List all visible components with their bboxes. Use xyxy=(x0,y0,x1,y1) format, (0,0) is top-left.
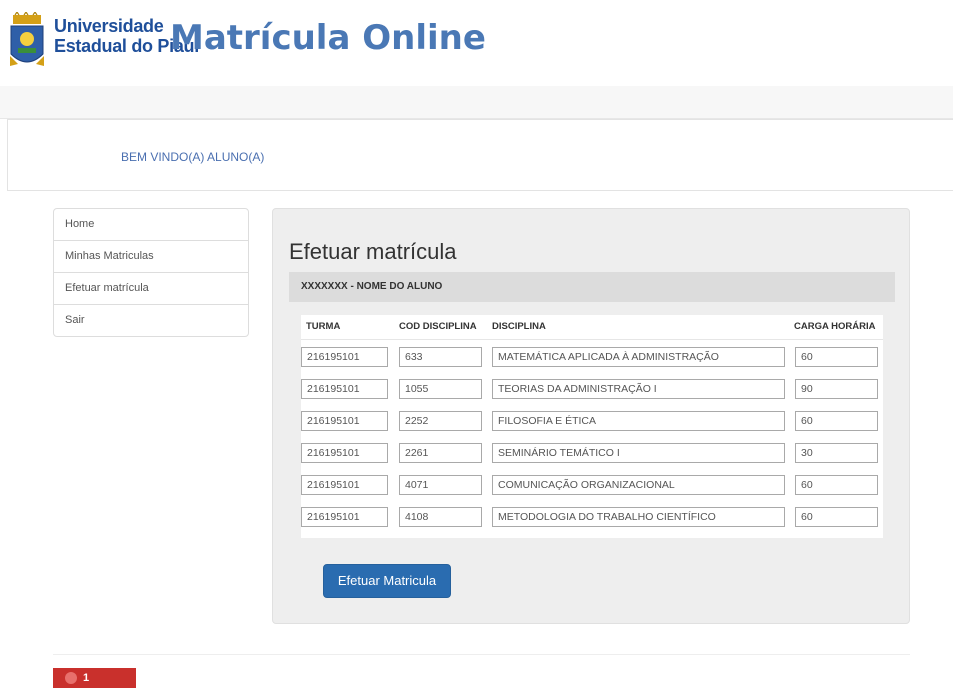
welcome-text: BEM VINDO(A) ALUNO(A) xyxy=(121,150,265,164)
turma-field[interactable]: 216195101 xyxy=(301,347,388,367)
enrollment-panel: Efetuar matrícula XXXXXXX - NOME DO ALUN… xyxy=(272,208,910,624)
sidebar-item-sair[interactable]: Sair xyxy=(54,305,248,336)
cod-disciplina-field[interactable]: 4108 xyxy=(399,507,482,527)
turma-field[interactable]: 216195101 xyxy=(301,475,388,495)
student-name-bar: XXXXXXX - NOME DO ALUNO xyxy=(289,272,895,302)
notification-badge[interactable]: 1 xyxy=(53,668,136,688)
sidebar-item-minhas-matriculas[interactable]: Minhas Matriculas xyxy=(54,241,248,273)
carga-horaria-field[interactable]: 90 xyxy=(795,379,878,399)
cod-disciplina-field[interactable]: 4071 xyxy=(399,475,482,495)
carga-horaria-field[interactable]: 60 xyxy=(795,507,878,527)
disciplina-field[interactable]: SEMINÁRIO TEMÁTICO I xyxy=(492,443,785,463)
disciplina-field[interactable]: MATEMÁTICA APLICADA À ADMINISTRAÇÃO xyxy=(492,347,785,367)
table-row: 216195101 1055 TEORIAS DA ADMINISTRAÇÃO … xyxy=(301,372,883,404)
efetuar-matricula-button[interactable]: Efetuar Matricula xyxy=(323,564,451,598)
column-header-turma: TURMA xyxy=(306,321,341,332)
sidebar-item-efetuar-matricula[interactable]: Efetuar matrícula xyxy=(54,273,248,305)
cod-disciplina-field[interactable]: 1055 xyxy=(399,379,482,399)
carga-horaria-field[interactable]: 30 xyxy=(795,443,878,463)
university-crest-icon xyxy=(10,12,44,66)
disciplina-field[interactable]: METODOLOGIA DO TRABALHO CIENTÍFICO xyxy=(492,507,785,527)
table-row: 216195101 4108 METODOLOGIA DO TRABALHO C… xyxy=(301,500,883,532)
cod-disciplina-field[interactable]: 2261 xyxy=(399,443,482,463)
turma-field[interactable]: 216195101 xyxy=(301,411,388,431)
carga-horaria-field[interactable]: 60 xyxy=(795,411,878,431)
disciplina-field[interactable]: FILOSOFIA E ÉTICA xyxy=(492,411,785,431)
table-row: 216195101 633 MATEMÁTICA APLICADA À ADMI… xyxy=(301,340,883,372)
carga-horaria-field[interactable]: 60 xyxy=(795,347,878,367)
flame-icon xyxy=(65,672,77,684)
turma-field[interactable]: 216195101 xyxy=(301,379,388,399)
cod-disciplina-field[interactable]: 633 xyxy=(399,347,482,367)
sidebar-menu: Home Minhas Matriculas Efetuar matrícula… xyxy=(53,208,249,337)
footer-divider xyxy=(53,654,910,655)
column-header-carga-horaria: CARGA HORÁRIA xyxy=(794,321,876,332)
disciplina-field[interactable]: TEORIAS DA ADMINISTRAÇÃO I xyxy=(492,379,785,399)
turma-field[interactable]: 216195101 xyxy=(301,443,388,463)
badge-count: 1 xyxy=(83,672,90,684)
table-header: TURMA COD DISCIPLINA DISCIPLINA CARGA HO… xyxy=(301,315,883,340)
carga-horaria-field[interactable]: 60 xyxy=(795,475,878,495)
welcome-box: BEM VINDO(A) ALUNO(A) xyxy=(7,119,953,191)
column-header-cod-disciplina: COD DISCIPLINA xyxy=(399,321,477,332)
table-row: 216195101 4071 COMUNICAÇÃO ORGANIZACIONA… xyxy=(301,468,883,500)
table-row: 216195101 2261 SEMINÁRIO TEMÁTICO I 30 xyxy=(301,436,883,468)
cod-disciplina-field[interactable]: 2252 xyxy=(399,411,482,431)
column-header-disciplina: DISCIPLINA xyxy=(492,321,546,332)
sidebar-item-home[interactable]: Home xyxy=(54,209,248,241)
top-nav-bar xyxy=(0,86,953,119)
disciplina-field[interactable]: COMUNICAÇÃO ORGANIZACIONAL xyxy=(492,475,785,495)
header: Universidade Estadual do Piauí Matrícula… xyxy=(0,0,953,86)
app-title: Matrícula Online xyxy=(170,18,486,58)
courses-table: TURMA COD DISCIPLINA DISCIPLINA CARGA HO… xyxy=(301,315,883,538)
page-title: Efetuar matrícula xyxy=(289,239,457,264)
table-row: 216195101 2252 FILOSOFIA E ÉTICA 60 xyxy=(301,404,883,436)
turma-field[interactable]: 216195101 xyxy=(301,507,388,527)
